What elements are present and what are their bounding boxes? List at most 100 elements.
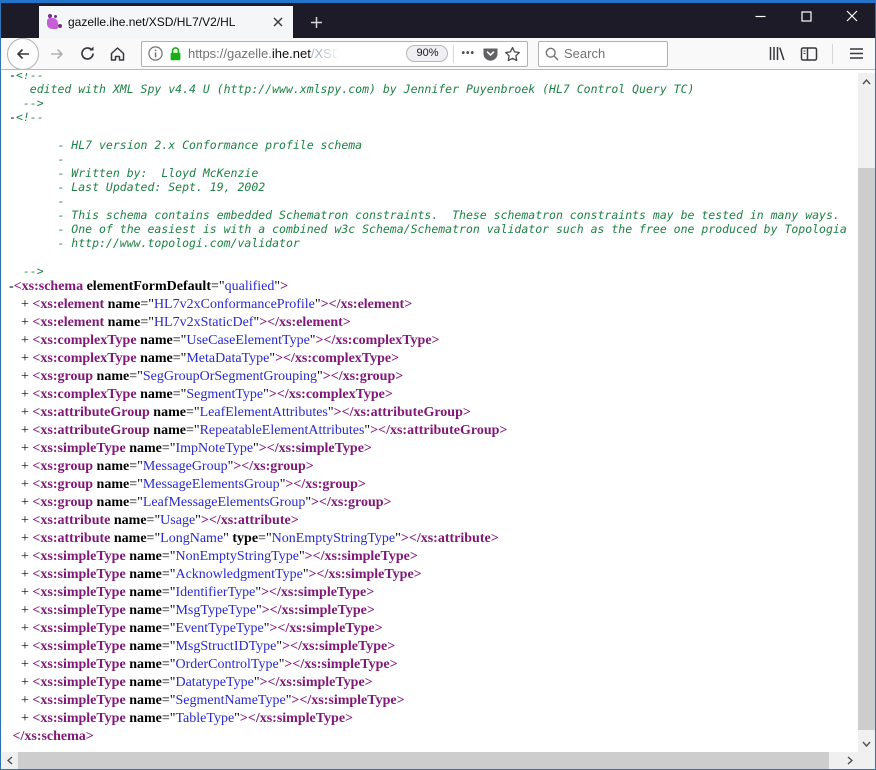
fold-toggle[interactable]: +: [21, 693, 32, 708]
zoom-level-badge[interactable]: 90%: [406, 45, 448, 62]
xml-attr-name: name: [126, 711, 162, 726]
maximize-button[interactable]: [783, 0, 829, 32]
close-window-button[interactable]: [829, 0, 875, 32]
xml-tag: <xs:attributeGroup: [32, 423, 149, 438]
xml-attr-value: LeafMessageElementsGroup: [143, 495, 306, 510]
scroll-up-arrow[interactable]: [858, 73, 875, 90]
browser-window: gazelle.ihe.net/XSD/HL7/V2/HL: [0, 0, 876, 770]
fold-toggle[interactable]: +: [21, 315, 32, 330]
bookmark-star-icon[interactable]: [504, 46, 521, 62]
xml-attr-name: name: [126, 693, 162, 708]
xml-punct: =": [147, 531, 161, 546]
fold-toggle[interactable]: +: [21, 657, 32, 672]
xml-tag: <xs:attribute: [32, 531, 110, 546]
xml-tag: <xs:simpleType: [32, 693, 125, 708]
library-icon: [768, 45, 786, 62]
xml-comment-text: - http://www.topologi.com/validator: [9, 236, 300, 250]
xml-tag: <xs:group: [32, 477, 93, 492]
fold-toggle[interactable]: -: [9, 110, 16, 124]
search-icon: [545, 47, 559, 61]
xml-tag: <xs:attributeGroup: [32, 405, 149, 420]
fold-toggle[interactable]: +: [21, 639, 32, 654]
fold-toggle[interactable]: +: [21, 567, 32, 582]
fold-toggle[interactable]: +: [21, 441, 32, 456]
xml-attr-name: name: [137, 333, 173, 348]
xml-punct: =": [162, 657, 176, 672]
xml-line: -->: [1, 264, 858, 278]
xml-attr-value: SegGroupOrSegmentGrouping: [143, 369, 317, 384]
xml-tag: ></xs:simpleType>: [269, 621, 382, 636]
xml-tag: <xs:simpleType: [32, 549, 125, 564]
fold-toggle[interactable]: +: [21, 675, 32, 690]
xml-tag: </xs:schema>: [9, 729, 94, 744]
fold-toggle[interactable]: +: [21, 495, 32, 510]
vertical-scrollbar[interactable]: [858, 73, 875, 752]
xml-attr-value: LongName: [160, 531, 223, 546]
xml-line: + <xs:simpleType name="ImpNoteType"></xs…: [1, 440, 858, 458]
page-info-icon[interactable]: [148, 46, 163, 61]
vertical-scroll-thumb[interactable]: [858, 168, 875, 730]
horizontal-scroll-thumb[interactable]: [18, 752, 829, 769]
xml-tag: <xs:complexType: [32, 351, 136, 366]
minimize-button[interactable]: [737, 0, 783, 32]
url-bar[interactable]: https://gazelle.ihe.net/XSD 90% •••: [141, 41, 528, 67]
xml-attr-name: name: [93, 477, 129, 492]
fold-toggle[interactable]: +: [21, 531, 32, 546]
home-button[interactable]: [103, 40, 131, 68]
fold-toggle[interactable]: +: [21, 351, 32, 366]
lock-icon[interactable]: [168, 46, 183, 62]
reload-button[interactable]: [73, 40, 101, 68]
scroll-right-arrow[interactable]: [841, 752, 858, 769]
fold-toggle[interactable]: +: [21, 513, 32, 528]
xml-tag: <xs:simpleType: [32, 441, 125, 456]
search-box[interactable]: [538, 41, 668, 67]
fold-toggle[interactable]: +: [21, 387, 32, 402]
fold-toggle[interactable]: -: [9, 73, 16, 82]
fold-toggle[interactable]: +: [21, 297, 32, 312]
xml-line: -: [1, 194, 858, 208]
xml-line: -<xs:schema elementFormDefault="qualifie…: [1, 278, 858, 296]
new-tab-button[interactable]: [304, 11, 328, 33]
sidebar-button[interactable]: [796, 41, 822, 67]
pocket-icon[interactable]: [482, 46, 499, 62]
fold-toggle[interactable]: +: [21, 423, 32, 438]
fold-toggle[interactable]: +: [21, 585, 32, 600]
xml-line: [1, 124, 858, 138]
fold-toggle[interactable]: +: [21, 369, 32, 384]
fold-toggle[interactable]: +: [21, 459, 32, 474]
tab-close-icon[interactable]: [270, 14, 286, 30]
scroll-down-arrow[interactable]: [858, 735, 875, 752]
scroll-left-arrow[interactable]: [1, 752, 18, 769]
fold-toggle[interactable]: +: [21, 405, 32, 420]
xml-attr-name: name: [150, 405, 186, 420]
xml-attr-name: name: [126, 603, 162, 618]
back-button[interactable]: [7, 38, 39, 70]
horizontal-scrollbar[interactable]: [1, 752, 858, 769]
forward-button[interactable]: [43, 40, 71, 68]
xml-attr-name: name: [126, 621, 162, 636]
site-favicon: [46, 14, 62, 30]
url-text[interactable]: https://gazelle.ihe.net/XSD: [188, 46, 401, 61]
xml-attr-name: type: [229, 531, 258, 546]
fold-toggle[interactable]: +: [21, 603, 32, 618]
xml-tag: ></xs:simpleType>: [259, 441, 372, 456]
xml-line: + <xs:complexType name="MetaDataType"></…: [1, 350, 858, 368]
xml-punct: =": [162, 567, 176, 582]
xml-tag: ></xs:simpleType>: [262, 603, 375, 618]
menu-button[interactable]: [843, 41, 869, 67]
xml-attr-name: name: [137, 387, 173, 402]
xml-tag: <xs:simpleType: [32, 585, 125, 600]
fold-toggle[interactable]: +: [21, 333, 32, 348]
xml-punct: =": [147, 513, 161, 528]
browser-tab[interactable]: gazelle.ihe.net/XSD/HL7/V2/HL: [39, 6, 293, 38]
xml-attr-value: HL7v2xConformanceProfile: [154, 297, 315, 312]
library-button[interactable]: [764, 41, 790, 67]
fold-toggle[interactable]: +: [21, 621, 32, 636]
fold-toggle[interactable]: +: [21, 477, 32, 492]
page-actions-icon[interactable]: •••: [459, 48, 477, 59]
fold-toggle[interactable]: +: [21, 711, 32, 726]
fold-toggle[interactable]: +: [21, 549, 32, 564]
xml-attr-value: Usage: [160, 513, 195, 528]
xml-attr-value: AcknowledgmentType: [175, 567, 302, 582]
search-input[interactable]: [564, 46, 654, 61]
